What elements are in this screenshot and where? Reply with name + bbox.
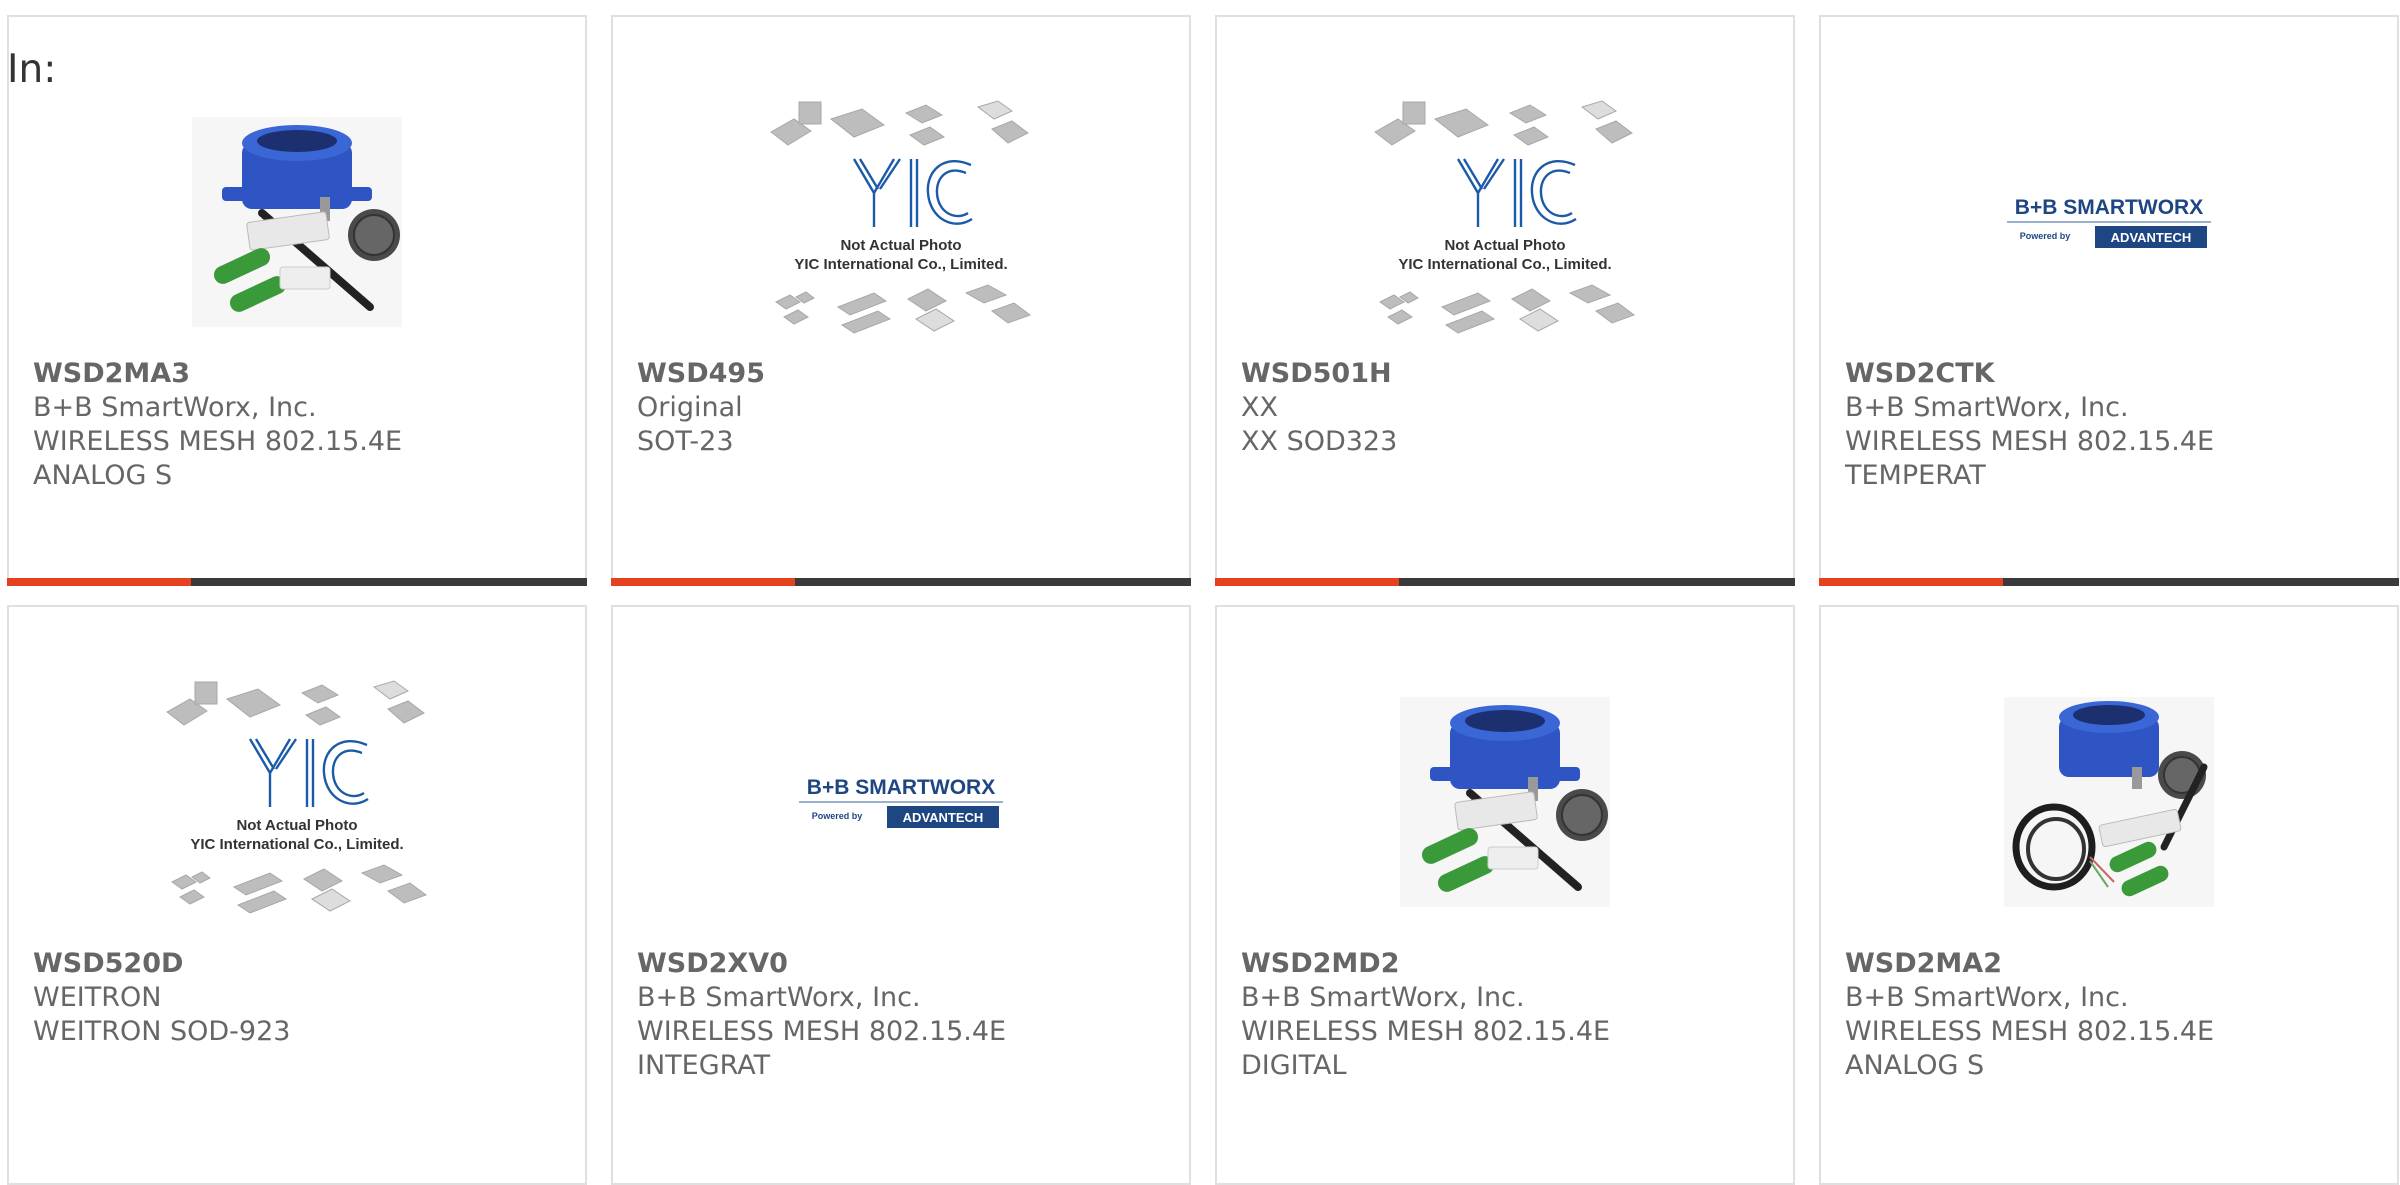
product-card[interactable]: Not Actual Photo YIC International Co., … (7, 605, 587, 1185)
sensor-kit-image (192, 117, 402, 327)
in-label: In: (7, 47, 57, 92)
bb-brand-text: B+B SMARTWORX (2015, 196, 2203, 219)
description-line-2: ANALOG S (1845, 1050, 1985, 1081)
product-card[interactable]: B+B SMARTWORX Powered by ADVANTECH WSD2X… (611, 605, 1191, 1185)
bb-smartworx-logo: B+B SMARTWORX Powered by ADVANTECH (799, 776, 1003, 828)
product-image[interactable] (1217, 667, 1793, 937)
product-info: WSD2MD2 B+B SmartWorx, Inc. WIRELESS MES… (1241, 947, 1777, 1083)
part-number[interactable]: WSD501H (1241, 357, 1777, 391)
product-info: WSD2MA2 B+B SmartWorx, Inc. WIRELESS MES… (1845, 947, 2381, 1083)
product-card[interactable]: B+B SMARTWORX Powered by ADVANTECH WSD2C… (1819, 15, 2399, 586)
manufacturer: WEITRON (33, 982, 162, 1013)
yic-caption-line-1: Not Actual Photo (236, 817, 357, 834)
yic-caption-line-2: YIC International Co., Limited. (190, 836, 403, 853)
bb-smartworx-logo: B+B SMARTWORX Powered by ADVANTECH (2007, 196, 2211, 248)
product-info: WSD501H XX XX SOD323 (1241, 357, 1777, 459)
manufacturer: B+B SmartWorx, Inc. (1241, 982, 1525, 1013)
description-line-1: WIRELESS MESH 802.15.4E (1845, 426, 2215, 457)
card-bottom-bar (1819, 578, 2399, 586)
product-image[interactable]: B+B SMARTWORX Powered by ADVANTECH (1821, 87, 2397, 357)
product-info: WSD2CTK B+B SmartWorx, Inc. WIRELESS MES… (1845, 357, 2381, 493)
part-number[interactable]: WSD2MA3 (33, 357, 569, 391)
manufacturer: Original (637, 392, 743, 423)
yic-placeholder-image: Not Actual Photo YIC International Co., … (770, 100, 1032, 334)
product-card[interactable]: Not Actual Photo YIC International Co., … (611, 15, 1191, 586)
yic-caption-line-2: YIC International Co., Limited. (1398, 256, 1611, 273)
bb-powered-text: Powered by (2020, 231, 2071, 241)
manufacturer: XX (1241, 392, 1278, 423)
manufacturer: B+B SmartWorx, Inc. (33, 392, 317, 423)
card-accent-bar (7, 578, 191, 586)
description-line-2: INTEGRAT (637, 1050, 771, 1081)
card-accent-bar (611, 578, 795, 586)
sensor-kit-cable-image (2004, 697, 2214, 907)
product-info: WSD2XV0 B+B SmartWorx, Inc. WIRELESS MES… (637, 947, 1173, 1083)
product-image[interactable]: Not Actual Photo YIC International Co., … (9, 667, 585, 937)
description-line-1: WEITRON SOD-923 (33, 1016, 291, 1047)
product-image[interactable] (1821, 667, 2397, 937)
product-info: WSD2MA3 B+B SmartWorx, Inc. WIRELESS MES… (33, 357, 569, 493)
yic-placeholder-image: Not Actual Photo YIC International Co., … (166, 680, 428, 914)
product-card[interactable]: WSD2MA3 B+B SmartWorx, Inc. WIRELESS MES… (7, 15, 587, 586)
description-line-2: ANALOG S (33, 460, 173, 491)
description-line-2: DIGITAL (1241, 1050, 1347, 1081)
description-line-1: WIRELESS MESH 802.15.4E (33, 426, 403, 457)
part-number[interactable]: WSD2XV0 (637, 947, 1173, 981)
manufacturer: B+B SmartWorx, Inc. (637, 982, 921, 1013)
product-info: WSD495 Original SOT-23 (637, 357, 1173, 459)
manufacturer: B+B SmartWorx, Inc. (1845, 392, 2129, 423)
part-number[interactable]: WSD495 (637, 357, 1173, 391)
description-line-1: XX SOD323 (1241, 426, 1398, 457)
product-image[interactable]: Not Actual Photo YIC International Co., … (613, 87, 1189, 357)
sensor-kit-image (1400, 697, 1610, 907)
part-number[interactable]: WSD2CTK (1845, 357, 2381, 391)
part-number[interactable]: WSD2MA2 (1845, 947, 2381, 981)
card-bottom-bar (7, 578, 587, 586)
advantech-text: ADVANTECH (903, 810, 984, 825)
description-line-1: WIRELESS MESH 802.15.4E (1845, 1016, 2215, 1047)
description-line-1: SOT-23 (637, 426, 734, 457)
product-card[interactable]: WSD2MA2 B+B SmartWorx, Inc. WIRELESS MES… (1819, 605, 2399, 1185)
part-number[interactable]: WSD2MD2 (1241, 947, 1777, 981)
product-card[interactable]: WSD2MD2 B+B SmartWorx, Inc. WIRELESS MES… (1215, 605, 1795, 1185)
yic-caption-line-1: Not Actual Photo (840, 237, 961, 254)
product-image[interactable]: Not Actual Photo YIC International Co., … (1217, 87, 1793, 357)
card-bottom-bar (1215, 578, 1795, 586)
advantech-text: ADVANTECH (2111, 230, 2192, 245)
product-image[interactable]: B+B SMARTWORX Powered by ADVANTECH (613, 667, 1189, 937)
description-line-2: TEMPERAT (1845, 460, 1986, 491)
yic-caption-line-2: YIC International Co., Limited. (794, 256, 1007, 273)
product-card[interactable]: Not Actual Photo YIC International Co., … (1215, 15, 1795, 586)
part-number[interactable]: WSD520D (33, 947, 569, 981)
yic-placeholder-image: Not Actual Photo YIC International Co., … (1374, 100, 1636, 334)
card-accent-bar (1819, 578, 2003, 586)
bb-brand-text: B+B SMARTWORX (807, 776, 995, 799)
card-accent-bar (1215, 578, 1399, 586)
product-info: WSD520D WEITRON WEITRON SOD-923 (33, 947, 569, 1049)
product-image[interactable] (9, 87, 585, 357)
bb-powered-text: Powered by (812, 811, 863, 821)
description-line-1: WIRELESS MESH 802.15.4E (637, 1016, 1007, 1047)
manufacturer: B+B SmartWorx, Inc. (1845, 982, 2129, 1013)
card-bottom-bar (611, 578, 1191, 586)
description-line-1: WIRELESS MESH 802.15.4E (1241, 1016, 1611, 1047)
yic-caption-line-1: Not Actual Photo (1444, 237, 1565, 254)
